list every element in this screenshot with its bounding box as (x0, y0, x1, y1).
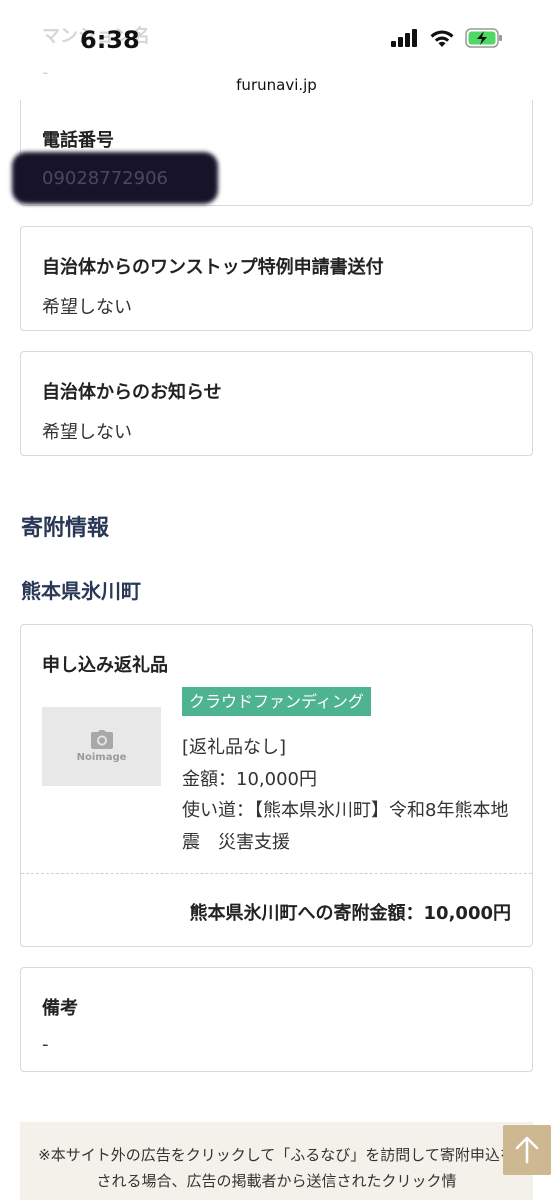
signal-icon (391, 29, 417, 47)
notification-value: 希望しない (42, 422, 132, 443)
remarks-card: 備考 - (20, 967, 533, 1072)
status-time: 6:38 (80, 26, 140, 54)
crowdfunding-tag: クラウドファンディング (182, 687, 371, 716)
remarks-title: 備考 (42, 998, 78, 1019)
ad-notice-box: ※本サイト外の広告をクリックして「ふるなび」を訪問して寄附申込をされる場合、広告… (20, 1122, 533, 1200)
status-bar: マンション名 - 6:38 furunavi.jp (0, 0, 553, 100)
scroll-top-button[interactable] (503, 1125, 551, 1175)
notification-title: 自治体からのお知らせ (42, 382, 222, 403)
phone-value: 09028772906 (42, 168, 168, 189)
camera-icon (90, 730, 113, 749)
onestop-card: 自治体からのワンストップ特例申請書送付 希望しない (20, 226, 533, 331)
wifi-icon (430, 30, 454, 47)
status-icons (391, 28, 503, 48)
gift-title: 申し込み返礼品 (42, 655, 168, 676)
arrow-up-icon (515, 1136, 539, 1164)
gift-usage: 使い道：【熊本県氷川町】令和8年熊本地震 災害支援 (182, 795, 512, 859)
municipality-heading: 熊本県氷川町 (21, 579, 141, 603)
url-label[interactable]: furunavi.jp (0, 76, 553, 94)
gift-name: [返礼品なし] (182, 737, 287, 758)
usage-label: 使い道： (182, 800, 254, 821)
phone-title: 電話番号 (42, 130, 114, 151)
divider (21, 873, 532, 874)
battery-charging-icon (465, 28, 502, 48)
donation-total: 熊本県氷川町への寄附金額：10,000円 (189, 903, 511, 924)
gift-card: 申し込み返礼品 Noimage クラウドファンディング [返礼品なし] 金額：1… (20, 624, 533, 947)
notification-card: 自治体からのお知らせ 希望しない (20, 351, 533, 456)
page: マンション名 - 6:38 furunavi.jp 電話番号 090287729… (0, 0, 553, 1200)
noimage-label: Noimage (76, 752, 127, 763)
onestop-value: 希望しない (42, 297, 132, 318)
gift-amount: 金額：10,000円 (182, 769, 317, 790)
onestop-title: 自治体からのワンストップ特例申請書送付 (42, 257, 384, 278)
donation-info-heading: 寄附情報 (21, 516, 110, 541)
gift-image-placeholder: Noimage (42, 707, 161, 786)
remarks-value: - (42, 1034, 49, 1055)
ad-notice-text: ※本サイト外の広告をクリックして「ふるなび」を訪問して寄附申込をされる場合、広告… (38, 1146, 515, 1190)
